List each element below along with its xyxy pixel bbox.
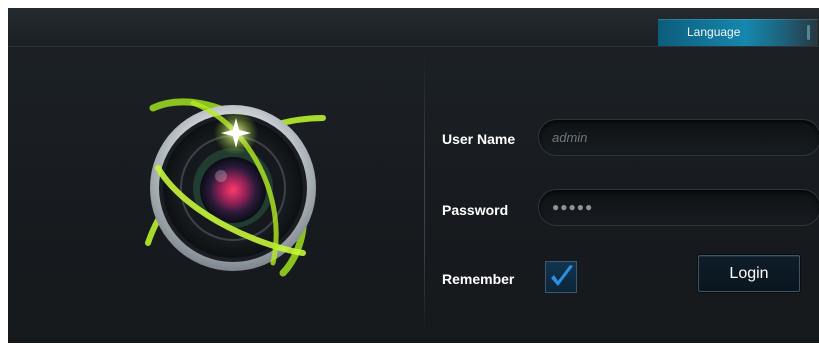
language-label: Language [687, 25, 741, 39]
username-label: User Name [442, 131, 516, 147]
username-input[interactable] [538, 119, 819, 156]
top-bar: Language [8, 8, 819, 47]
checkmark-icon [551, 265, 573, 286]
password-mask: ●●●●● [552, 200, 594, 214]
remember-checkbox[interactable] [545, 261, 577, 293]
password-label: Password [442, 202, 509, 218]
password-input[interactable]: ●●●●● [538, 189, 819, 226]
camera-lens-icon [145, 98, 326, 277]
language-tab[interactable]: Language [658, 19, 818, 46]
remember-label: Remember [442, 271, 515, 287]
login-button[interactable]: Login [698, 255, 800, 292]
login-panel: Language User Name admin Password ●●●●● … [8, 8, 819, 343]
vertical-divider [424, 50, 425, 335]
language-scroll-indicator [807, 25, 810, 40]
